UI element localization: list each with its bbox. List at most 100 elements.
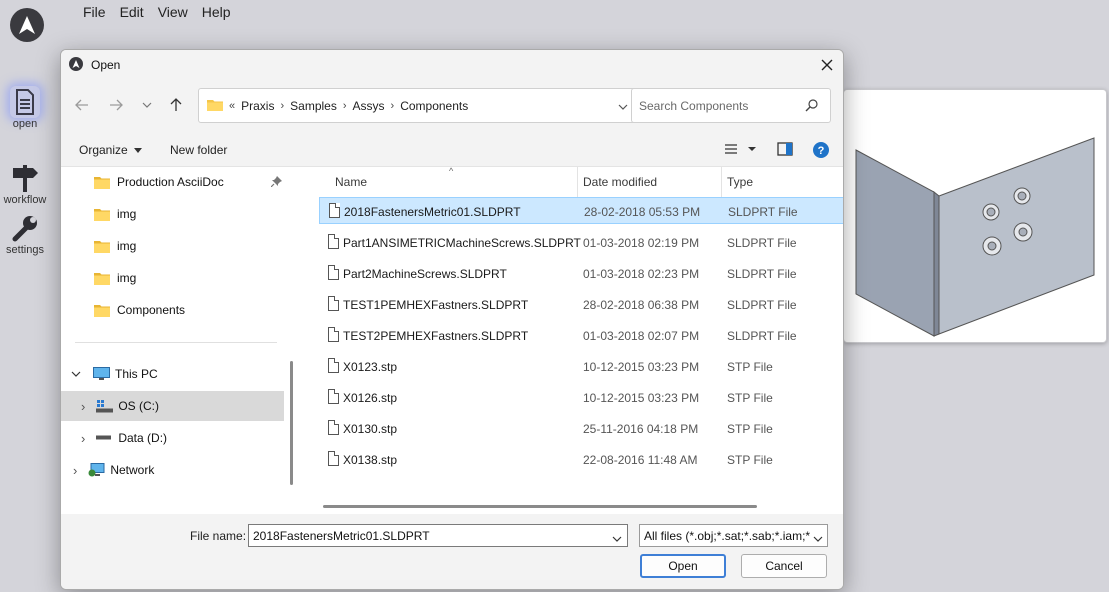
list-view-icon: [725, 144, 756, 154]
column-divider[interactable]: [721, 167, 722, 197]
quick-access-item[interactable]: Components: [61, 295, 284, 325]
breadcrumb-separator-icon: ›: [390, 99, 395, 112]
file-type: SLDPRT File: [727, 298, 797, 312]
file-type-filter-value: All files (*.obj;*.sat;*.sab;*.iam;*: [644, 528, 811, 543]
chevron-down-icon: [618, 104, 628, 110]
dialog-titlebar: Open: [61, 50, 843, 80]
file-row[interactable]: X0126.stp 10-12-2015 03:23 PM STP File: [319, 384, 843, 411]
file-type: SLDPRT File: [728, 205, 798, 219]
file-name: TEST1PEMHEXFastners.SLDPRT: [343, 298, 529, 312]
file-row[interactable]: X0130.stp 25-11-2016 04:18 PM STP File: [319, 415, 843, 442]
filter-dropdown-button[interactable]: [811, 531, 823, 545]
menu-view[interactable]: View: [158, 4, 196, 21]
drive-icon: [96, 435, 113, 441]
breadcrumb-assys[interactable]: Assys: [353, 99, 385, 113]
search-input[interactable]: [632, 89, 792, 122]
address-bar[interactable]: « Praxis › Samples › Assys › Components: [198, 88, 677, 123]
file-date: 01-03-2018 02:19 PM: [583, 236, 700, 250]
nav-network[interactable]: › Network: [61, 455, 284, 485]
chevron-right-icon[interactable]: ›: [81, 431, 85, 446]
file-name: Part1ANSIMETRICMachineScrews.SLDPRT: [343, 236, 581, 250]
folder-icon: [94, 272, 110, 285]
quick-access-item[interactable]: Production AsciiDoc: [61, 167, 284, 197]
preview-pane-button[interactable]: [777, 142, 793, 159]
column-date[interactable]: Date modified: [583, 167, 657, 197]
organize-label: Organize: [79, 143, 128, 157]
file-row[interactable]: TEST1PEMHEXFastners.SLDPRT 28-02-2018 06…: [319, 291, 843, 318]
file-icon: [328, 327, 339, 342]
breadcrumb-separator-icon: ›: [280, 99, 285, 112]
breadcrumb-separator-icon: ›: [342, 99, 347, 112]
column-date-label: Date modified: [583, 175, 658, 189]
menu-edit[interactable]: Edit: [120, 4, 152, 21]
file-list-scrollbar[interactable]: [323, 505, 757, 508]
column-name[interactable]: Name: [335, 167, 367, 197]
file-list: Name ^ Date modified Type 2018FastenersM…: [305, 166, 843, 515]
workflow-tool[interactable]: workflow: [0, 162, 50, 206]
file-row[interactable]: X0138.stp 22-08-2016 11:48 AM STP File: [319, 446, 843, 473]
arrow-up-icon: [170, 98, 182, 111]
view-options-button[interactable]: [724, 142, 756, 159]
column-type-label: Type: [727, 175, 754, 189]
nav-scrollbar[interactable]: [290, 361, 293, 485]
organize-button[interactable]: Organize: [79, 143, 142, 157]
menu-file[interactable]: File: [83, 4, 114, 21]
wrench-icon: [10, 212, 40, 244]
close-button[interactable]: [817, 55, 837, 75]
folder-icon: [94, 240, 110, 253]
network-label: Network: [110, 463, 155, 477]
file-row[interactable]: TEST2PEMHEXFastners.SLDPRT 01-03-2018 02…: [319, 322, 843, 349]
new-folder-button[interactable]: New folder: [170, 143, 227, 157]
nav-drive-c[interactable]: › OS (C:): [61, 391, 284, 421]
breadcrumb-samples[interactable]: Samples: [290, 99, 337, 113]
chevron-right-icon[interactable]: ›: [81, 399, 85, 414]
back-button[interactable]: [73, 96, 91, 114]
breadcrumb-components[interactable]: Components: [400, 99, 468, 113]
quick-access-item[interactable]: img: [61, 199, 284, 229]
open-tool[interactable]: open: [0, 86, 50, 130]
breadcrumb-praxis[interactable]: Praxis: [241, 99, 274, 113]
column-name-label: Name: [335, 175, 368, 189]
close-icon: [821, 59, 833, 71]
nav-this-pc[interactable]: This PC: [61, 359, 284, 389]
breadcrumb-overflow[interactable]: «: [229, 100, 235, 112]
file-row[interactable]: Part2MachineScrews.SLDPRT 01-03-2018 02:…: [319, 260, 843, 287]
file-type: STP File: [727, 391, 773, 405]
bracket-model: [855, 137, 1095, 337]
help-button[interactable]: ?: [813, 142, 829, 161]
settings-tool[interactable]: settings: [0, 212, 50, 256]
address-dropdown-button[interactable]: [618, 99, 628, 113]
file-row[interactable]: Part1ANSIMETRICMachineScrews.SLDPRT 01-0…: [319, 229, 843, 256]
file-type: STP File: [727, 453, 773, 467]
column-type[interactable]: Type: [727, 167, 753, 197]
quick-access-item[interactable]: img: [61, 263, 284, 293]
up-button[interactable]: [167, 96, 185, 114]
menu-help[interactable]: Help: [202, 4, 239, 21]
file-row[interactable]: X0123.stp 10-12-2015 03:23 PM STP File: [319, 353, 843, 380]
file-date: 25-11-2016 04:18 PM: [583, 422, 699, 436]
pin-icon[interactable]: [270, 176, 282, 190]
workflow-tool-label: workflow: [3, 194, 47, 206]
chevron-down-icon[interactable]: [71, 371, 81, 377]
file-name-input[interactable]: 2018FastenersMetric01.SLDPRT: [248, 524, 628, 547]
file-name-dropdown-button[interactable]: [612, 531, 622, 545]
file-type-filter[interactable]: All files (*.obj;*.sat;*.sab;*.iam;*: [639, 524, 828, 547]
dialog-body: Production AsciiDoc img img img Componen…: [61, 166, 843, 515]
quick-access-item[interactable]: img: [61, 231, 284, 261]
chevron-right-icon[interactable]: ›: [73, 463, 77, 478]
drive-icon: [96, 399, 114, 413]
file-name: X0130.stp: [343, 422, 398, 436]
forward-button[interactable]: [107, 96, 125, 114]
column-divider[interactable]: [577, 167, 578, 197]
folder-icon: [94, 304, 110, 317]
folder-icon: [207, 98, 223, 114]
search-icon[interactable]: [805, 99, 818, 115]
cancel-button[interactable]: Cancel: [741, 554, 827, 578]
nav-drive-d[interactable]: › Data (D:): [61, 423, 284, 453]
recent-locations-button[interactable]: [138, 96, 156, 114]
file-row[interactable]: 2018FastenersMetric01.SLDPRT 28-02-2018 …: [319, 197, 843, 224]
model-viewport[interactable]: [843, 89, 1107, 343]
open-button[interactable]: Open: [640, 554, 726, 578]
file-date: 10-12-2015 03:23 PM: [583, 391, 700, 405]
file-date: 01-03-2018 02:23 PM: [583, 267, 700, 281]
